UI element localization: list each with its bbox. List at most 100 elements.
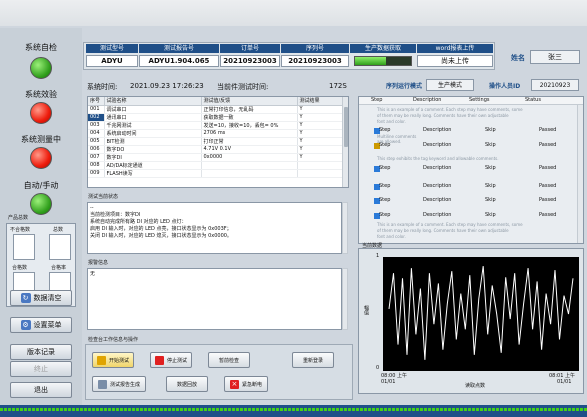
name-field[interactable]: 张三 — [530, 50, 580, 64]
status-scrollbar[interactable] — [342, 202, 348, 254]
clear-data-button[interactable]: ↻ 数据清空 — [10, 290, 72, 306]
step-step: Step — [379, 183, 391, 189]
header-col-model: 测试型号 — [86, 44, 138, 53]
stop-test-button[interactable]: 停止测试 — [150, 352, 192, 368]
row-test-name: 数字DI — [104, 153, 202, 162]
x-end-time: 08:01 上午 — [549, 373, 575, 379]
step-description: Description — [423, 142, 452, 148]
row-test-value: 发送=10，接收=10，丢包= 0% — [201, 121, 298, 130]
lamp-label-self-check: 系统自检 — [25, 43, 57, 52]
step-row[interactable]: Step Description Skip Passed — [379, 197, 569, 203]
step-row[interactable]: Step Description Skip Passed — [379, 142, 569, 148]
table-row[interactable]: 001 调试串口 正常打印信息，无乱码 Y — [88, 105, 348, 114]
row-test-value: 4.71V 0.1V — [201, 145, 298, 154]
row-test-name: 调试串口 — [104, 105, 202, 114]
version-record-button[interactable]: 版本记录 — [10, 344, 72, 360]
pass-count-label: 合格数 — [12, 265, 28, 271]
lamp-label-auto-manual: 自动/手动 — [23, 181, 59, 190]
row-test-value: 打印正常 — [201, 137, 298, 146]
step-scrollbar[interactable] — [577, 105, 583, 243]
step-comment: This step exhibits the tag keyword and a… — [377, 156, 499, 161]
bottom-status-bar — [0, 405, 587, 417]
stop-button[interactable]: 终止 — [10, 361, 72, 377]
table-row[interactable]: 006 数字DO 4.71V 0.1V Y — [88, 145, 348, 154]
x-start-date: 01/01 — [381, 379, 396, 385]
row-test-name: 通讯串口 — [104, 113, 202, 122]
emergency-power-off-button[interactable]: × 紧急断电 — [224, 376, 268, 392]
waveform-graph-panel: 1 0 幅值 08:00 上午 01/01 读取点数 08:01 上午 01/0… — [358, 248, 584, 394]
report-value: ADYU1.904.065 — [139, 55, 219, 67]
table-row[interactable]: 002 通讯串口 获取数据一致 Y — [88, 113, 348, 122]
test-sequence-panel: Step Description Settings Status Step Des… — [358, 96, 584, 244]
stop-test-label: 停止测试 — [166, 357, 187, 364]
status-line: 启用 DI 输入时，对应的 LED 点亮，接口状态显示为 0x003F； — [90, 226, 232, 232]
step-row[interactable]: Step Description Skip Passed — [379, 212, 569, 218]
step-description: Description — [423, 183, 452, 189]
step-status: Passed — [539, 127, 557, 133]
operator-id-value[interactable]: 20210923 — [531, 79, 579, 91]
row-index: 003 — [88, 121, 105, 130]
row-test-result — [297, 169, 348, 178]
auto-manual-lamp[interactable] — [30, 193, 52, 215]
step-description: Description — [423, 165, 452, 171]
step-settings: Skip — [485, 165, 496, 171]
table-row[interactable]: 004 系统启动时间 2706 ms Y — [88, 129, 348, 138]
table-row[interactable]: 008 AD/DA标定通道 — [88, 161, 348, 170]
row-index: 005 — [88, 137, 105, 146]
relogin-button[interactable]: 重新登录 — [292, 352, 334, 368]
status-header: Status — [525, 97, 541, 103]
step-settings: Skip — [485, 197, 496, 203]
test-items-body: 001 调试串口 正常打印信息，无乱码 Y 002 通讯串口 获取数据一致 Y 003 千兆网测试… — [88, 105, 348, 178]
system-time-label: 系统时间: — [87, 83, 118, 91]
row-index: 002 — [88, 113, 105, 122]
table-row[interactable]: 003 千兆网测试 发送=10，接收=10，丢包= 0% Y — [88, 121, 348, 130]
settings-menu-button[interactable]: ⚙ 设置菜单 — [10, 317, 72, 333]
waveform-plot — [383, 257, 579, 371]
pre-check-button[interactable]: 暂前检查 — [208, 352, 250, 368]
step-step: Step — [379, 127, 391, 133]
y-tick-max: 1 — [376, 253, 380, 259]
bottom-progress-indicator — [0, 408, 587, 411]
col-result: 测试结果 — [297, 97, 348, 106]
row-test-result — [297, 161, 348, 170]
table-scrollbar[interactable] — [342, 97, 348, 187]
step-comment: This is an example of a comment. Each st… — [377, 107, 523, 112]
row-test-name: BIT检测 — [104, 137, 202, 146]
model-value: ADYU — [86, 55, 138, 67]
step-status: Passed — [539, 197, 557, 203]
x-start-time: 08:00 上午 — [381, 373, 407, 379]
table-row[interactable]: 009 FLASH读写 — [88, 169, 348, 178]
step-row[interactable]: Step Description Skip Passed — [379, 127, 569, 133]
col-name: 试验名称 — [104, 97, 202, 106]
operations-title: 检查台工作信息与操作 — [88, 337, 139, 343]
y-tick-min: 0 — [376, 365, 380, 371]
row-test-name: 系统启动时间 — [104, 129, 202, 138]
step-step: Step — [379, 197, 391, 203]
row-index: 008 — [88, 161, 105, 170]
data-playback-button[interactable]: 数据回放 — [166, 376, 208, 392]
row-test-value: 0x0000 — [201, 153, 298, 162]
step-row[interactable]: Step Description Skip Passed — [379, 183, 569, 189]
row-test-name: FLASH读写 — [104, 169, 202, 178]
col-value: 测试值/反馈 — [201, 97, 298, 106]
row-test-result: Y — [297, 105, 348, 114]
row-index: 009 — [88, 169, 105, 178]
test-status-title: 测试当前状态 — [88, 194, 119, 200]
error-info-title: 报警信息 — [88, 260, 109, 266]
row-index: 004 — [88, 129, 105, 138]
exit-button[interactable]: 退出 — [10, 382, 72, 398]
table-row[interactable]: 007 数字DI 0x0000 Y — [88, 153, 348, 162]
table-row[interactable]: 005 BIT检测 打印正常 Y — [88, 137, 348, 146]
row-test-result: Y — [297, 113, 348, 122]
total-count-value — [49, 234, 71, 260]
report-icon — [97, 379, 107, 389]
close-icon: × — [229, 379, 239, 389]
col-index: 序号 — [88, 97, 105, 106]
start-test-button[interactable]: 开始测试 — [92, 352, 134, 368]
generate-report-button[interactable]: 测试报告生成 — [92, 376, 146, 392]
step-settings: Skip — [485, 183, 496, 189]
step-row[interactable]: Step Description Skip Passed — [379, 165, 569, 171]
serial-mode-value[interactable]: 生产模式 — [426, 79, 474, 91]
row-test-result: Y — [297, 153, 348, 162]
error-scrollbar[interactable] — [342, 268, 348, 330]
